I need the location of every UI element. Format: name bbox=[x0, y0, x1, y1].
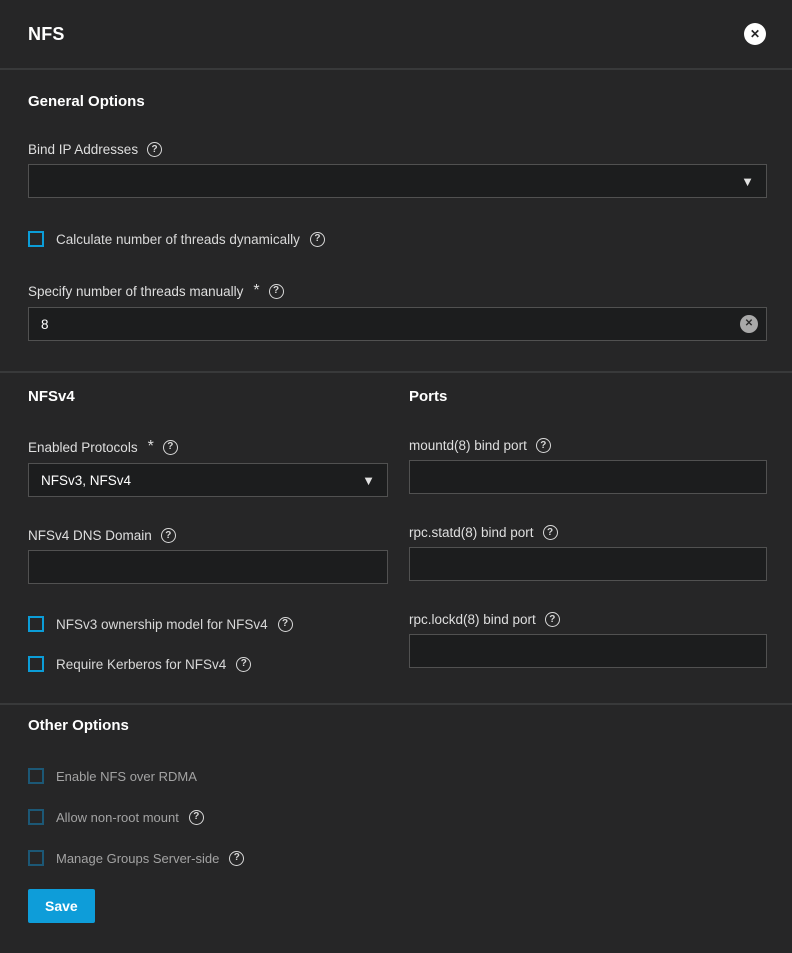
chevron-down-icon: ▼ bbox=[362, 473, 375, 488]
calculate-threads-checkbox[interactable] bbox=[28, 231, 44, 247]
general-options-heading: General Options bbox=[28, 93, 767, 110]
section-nfsv4-ports: NFSv4 Enabled Protocols * ? NFSv3, NFSv4… bbox=[0, 373, 792, 703]
dns-domain-field: NFSv4 DNS Domain ? bbox=[28, 528, 388, 584]
bind-ip-label: Bind IP Addresses bbox=[28, 142, 138, 157]
help-icon[interactable]: ? bbox=[278, 617, 293, 632]
help-icon[interactable]: ? bbox=[147, 142, 162, 157]
help-icon[interactable]: ? bbox=[229, 851, 244, 866]
help-icon[interactable]: ? bbox=[236, 657, 251, 672]
help-icon[interactable]: ? bbox=[545, 612, 560, 627]
help-icon[interactable]: ? bbox=[161, 528, 176, 543]
threads-manual-input[interactable] bbox=[28, 307, 767, 341]
manage-groups-row: Manage Groups Server-side ? bbox=[28, 850, 767, 866]
dialog-header: NFS ✕ bbox=[0, 0, 792, 68]
rdma-label: Enable NFS over RDMA bbox=[56, 769, 197, 784]
calculate-threads-label: Calculate number of threads dynamically bbox=[56, 232, 300, 247]
lockd-port-label: rpc.lockd(8) bind port bbox=[409, 612, 536, 627]
statd-port-label: rpc.statd(8) bind port bbox=[409, 525, 534, 540]
clear-icon[interactable]: ✕ bbox=[740, 315, 758, 333]
calculate-threads-row: Calculate number of threads dynamically … bbox=[28, 231, 767, 247]
required-marker: * bbox=[148, 438, 154, 456]
rdma-row: Enable NFS over RDMA bbox=[28, 768, 767, 784]
nfsv4-column: NFSv4 Enabled Protocols * ? NFSv3, NFSv4… bbox=[28, 388, 388, 672]
bind-ip-field: Bind IP Addresses ? ▼ bbox=[28, 142, 767, 198]
dns-domain-input[interactable] bbox=[28, 550, 388, 584]
nfs-dialog: NFS ✕ General Options Bind IP Addresses … bbox=[0, 0, 792, 948]
threads-manual-label: Specify number of threads manually bbox=[28, 284, 243, 299]
nonroot-mount-label: Allow non-root mount bbox=[56, 810, 179, 825]
enabled-protocols-field: Enabled Protocols * ? NFSv3, NFSv4 ▼ bbox=[28, 438, 388, 497]
mountd-port-label: mountd(8) bind port bbox=[409, 438, 527, 453]
bind-ip-select[interactable]: ▼ bbox=[28, 164, 767, 198]
close-icon[interactable]: ✕ bbox=[744, 23, 766, 45]
statd-port-input[interactable] bbox=[409, 547, 767, 581]
nfsv4-heading: NFSv4 bbox=[28, 388, 388, 405]
manage-groups-checkbox[interactable] bbox=[28, 850, 44, 866]
require-kerberos-checkbox[interactable] bbox=[28, 656, 44, 672]
dialog-title: NFS bbox=[28, 24, 65, 45]
chevron-down-icon: ▼ bbox=[741, 174, 754, 189]
ownership-model-checkbox[interactable] bbox=[28, 616, 44, 632]
nonroot-mount-checkbox[interactable] bbox=[28, 809, 44, 825]
mountd-port-field: mountd(8) bind port ? bbox=[409, 438, 767, 494]
ports-heading: Ports bbox=[409, 388, 767, 405]
help-icon[interactable]: ? bbox=[269, 284, 284, 299]
save-button[interactable]: Save bbox=[28, 889, 95, 923]
section-other-options: Other Options Enable NFS over RDMA Allow… bbox=[0, 705, 792, 953]
rdma-checkbox[interactable] bbox=[28, 768, 44, 784]
statd-port-field: rpc.statd(8) bind port ? bbox=[409, 525, 767, 581]
enabled-protocols-value: NFSv3, NFSv4 bbox=[41, 473, 131, 488]
ownership-model-label: NFSv3 ownership model for NFSv4 bbox=[56, 617, 268, 632]
help-icon[interactable]: ? bbox=[536, 438, 551, 453]
nonroot-mount-row: Allow non-root mount ? bbox=[28, 809, 767, 825]
other-options-heading: Other Options bbox=[28, 717, 767, 734]
threads-manual-field: Specify number of threads manually * ? ✕ bbox=[28, 282, 767, 341]
require-kerberos-label: Require Kerberos for NFSv4 bbox=[56, 657, 226, 672]
help-icon[interactable]: ? bbox=[163, 440, 178, 455]
require-kerberos-row: Require Kerberos for NFSv4 ? bbox=[28, 656, 388, 672]
enabled-protocols-label: Enabled Protocols bbox=[28, 440, 138, 455]
manage-groups-label: Manage Groups Server-side bbox=[56, 851, 219, 866]
ports-column: Ports mountd(8) bind port ? rpc.statd(8)… bbox=[409, 388, 767, 672]
required-marker: * bbox=[253, 282, 259, 300]
help-icon[interactable]: ? bbox=[189, 810, 204, 825]
mountd-port-input[interactable] bbox=[409, 460, 767, 494]
lockd-port-field: rpc.lockd(8) bind port ? bbox=[409, 612, 767, 668]
ownership-model-row: NFSv3 ownership model for NFSv4 ? bbox=[28, 616, 388, 632]
dns-domain-label: NFSv4 DNS Domain bbox=[28, 528, 152, 543]
enabled-protocols-select[interactable]: NFSv3, NFSv4 ▼ bbox=[28, 463, 388, 497]
lockd-port-input[interactable] bbox=[409, 634, 767, 668]
help-icon[interactable]: ? bbox=[310, 232, 325, 247]
help-icon[interactable]: ? bbox=[543, 525, 558, 540]
section-general-options: General Options Bind IP Addresses ? ▼ Ca… bbox=[0, 70, 792, 371]
